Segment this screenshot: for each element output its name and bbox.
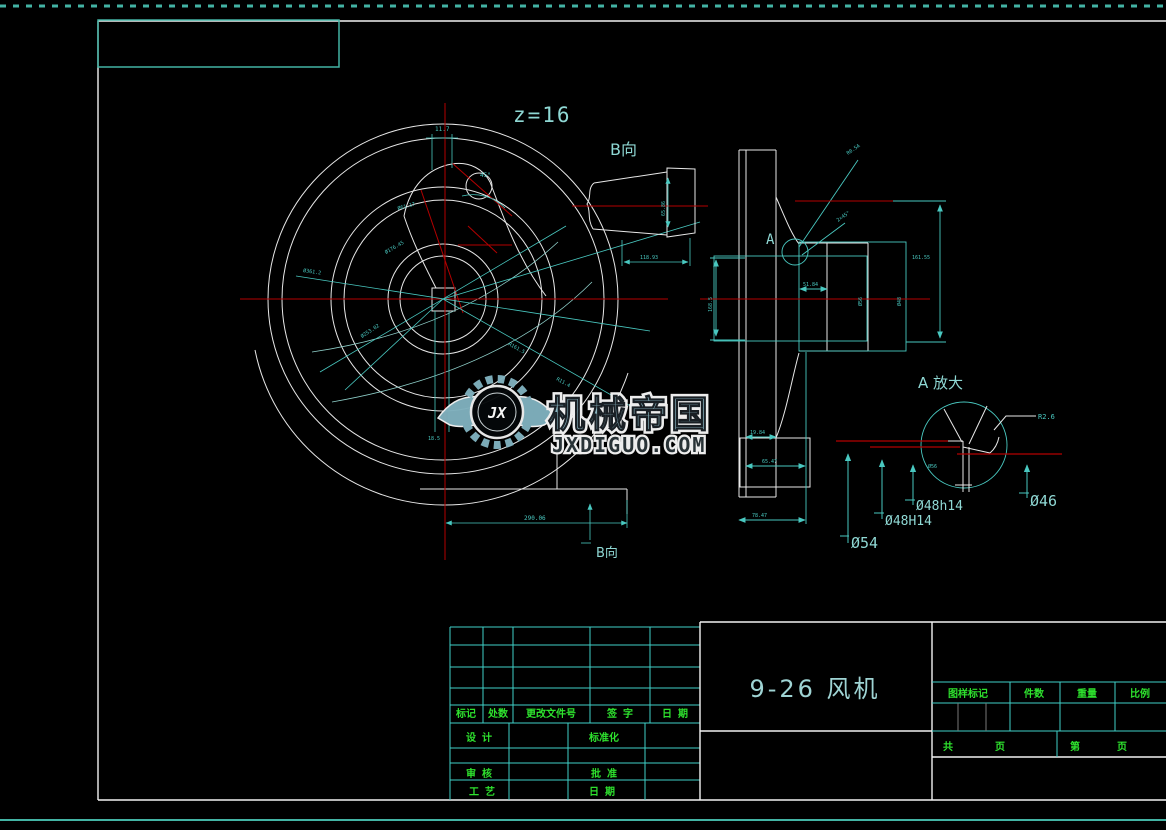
front-centerlines — [240, 103, 668, 560]
dim-r11: R11.4 — [555, 377, 571, 390]
tooth-count-label: z=16 — [513, 103, 572, 127]
brand-text-group: 机械帝国 机械帝国 JXDIGUO.COM JXDIGUO.COM — [548, 393, 712, 457]
dim-65-47: 65.47 — [762, 459, 777, 465]
header-piece-count: 件数 — [1024, 687, 1045, 700]
label-approve: 批 准 — [591, 767, 617, 780]
dim-d176: Ø176.45 — [384, 239, 406, 256]
callout-46: Ø46 — [1030, 492, 1057, 510]
b-view-dim-texts: 65.86 118.93 — [640, 201, 667, 261]
detail-inner-d56: Ø56 — [928, 463, 937, 470]
front-dim-lines — [296, 134, 700, 543]
rev-header-mark: 标记 — [455, 707, 476, 720]
dim-161-55: 161.55 — [912, 255, 930, 261]
dim-bore-48: Ø48 — [896, 297, 903, 306]
leader-r05a: R0.5A — [846, 143, 862, 157]
section-dim-texts: R0.5A 2×45° 161.55 168.5 51.84 Ø56 Ø48 1… — [708, 143, 930, 519]
dim-d361: Ø361.2 — [303, 267, 322, 276]
detail-a-centerlines — [836, 441, 1062, 454]
section-outline — [739, 150, 868, 497]
front-view: 11.7 45° Ø61.17 Ø176.45 Ø361.2 Ø253.02 R… — [240, 103, 810, 561]
label-design: 设 计 — [466, 731, 492, 744]
label-sheet: 第 — [1070, 740, 1080, 753]
dim-11-7: 11.7 — [435, 126, 450, 133]
view-b-title: B向 — [610, 140, 637, 159]
dim-19-84: 19.84 — [750, 430, 765, 436]
label-date: 日 期 — [589, 785, 615, 798]
b-view-dims — [622, 178, 690, 266]
logo-initials: JX — [487, 404, 507, 422]
label-total: 共 — [943, 740, 953, 753]
section-cyan-rects — [710, 160, 946, 524]
dim-78-47: 78.47 — [752, 513, 767, 519]
b-view-height-dim: 65.86 — [661, 201, 667, 216]
drawing-svg: 11.7 45° Ø61.17 Ø176.45 Ø361.2 Ø253.02 R… — [0, 0, 1166, 830]
dim-51-84: 51.84 — [803, 282, 818, 288]
label-check: 审 核 — [466, 767, 492, 780]
callout-48h14: Ø48h14 — [916, 499, 963, 514]
front-dim-texts: 11.7 45° Ø61.17 Ø176.45 Ø361.2 Ø253.02 R… — [303, 126, 571, 522]
rev-header-docno: 更改文件号 — [526, 707, 576, 720]
dim-bore-56: Ø56 — [857, 297, 864, 306]
front-view-circles — [255, 124, 810, 514]
leader-chamfer: 2×45° — [836, 210, 852, 224]
dim-r161: R161.5 — [507, 342, 526, 356]
rev-header-date: 日 期 — [662, 707, 688, 720]
brand-text: 机械帝国 — [548, 393, 712, 436]
view-b-arrow-label: B向 — [596, 545, 618, 561]
corner-trim-box — [98, 20, 339, 67]
rev-header-count: 处数 — [487, 707, 509, 720]
header-drawing-mark: 图样标记 — [948, 687, 988, 700]
b-view-outline — [587, 168, 695, 237]
label-process: 工 艺 — [469, 785, 495, 798]
dim-290: 290.06 — [524, 515, 546, 522]
title-block-white-frame — [700, 622, 1166, 800]
callout-48H14: Ø48H14 — [885, 514, 932, 529]
rev-header-sign: 签 字 — [606, 707, 633, 720]
dim-168-5: 168.5 — [708, 297, 714, 312]
detail-a-view: A 放大 R2.6 — [836, 374, 1062, 552]
dim-slot: 18.5 — [428, 436, 440, 442]
section-a-marker: A — [766, 232, 775, 248]
b-view-width-dim: 118.93 — [640, 255, 658, 261]
dim-d253: Ø253.02 — [359, 322, 380, 339]
dim-45deg: 45° — [480, 172, 491, 179]
detail-r26: R2.6 — [1038, 413, 1055, 421]
section-view: A R0.5A 2×45° 161.55 168.5 51.84 Ø56 Ø48… — [700, 143, 946, 524]
cad-canvas: 11.7 45° Ø61.17 Ø176.45 Ø361.2 Ø253.02 R… — [0, 0, 1166, 830]
detail-a-balloon — [782, 239, 808, 265]
header-scale: 比例 — [1130, 687, 1150, 700]
header-weight: 重量 — [1077, 687, 1097, 700]
wing-gear-logo: JX — [438, 379, 556, 445]
detail-a-title: A 放大 — [918, 374, 963, 392]
callout-54: Ø54 — [851, 534, 878, 552]
part-name: 9-26 风机 — [749, 675, 880, 703]
site-text: JXDIGUO.COM — [552, 433, 706, 457]
label-standardization: 标准化 — [588, 731, 619, 744]
detail-a-circle — [921, 402, 1007, 488]
title-block: 9-26 风机 标记 处数 更改文件号 签 字 日 期 设 计 审 核 工 艺 … — [450, 622, 1166, 800]
b-view: B向 65.86 118.93 — [572, 140, 708, 266]
label-total-pages: 页 — [995, 741, 1005, 753]
dim-d61: Ø61.17 — [397, 200, 416, 211]
title-block-labels: 标记 处数 更改文件号 签 字 日 期 设 计 审 核 工 艺 标准化 批 准 … — [455, 687, 1150, 798]
label-sheet-pages: 页 — [1117, 741, 1127, 753]
blade-curve-2 — [404, 216, 436, 288]
